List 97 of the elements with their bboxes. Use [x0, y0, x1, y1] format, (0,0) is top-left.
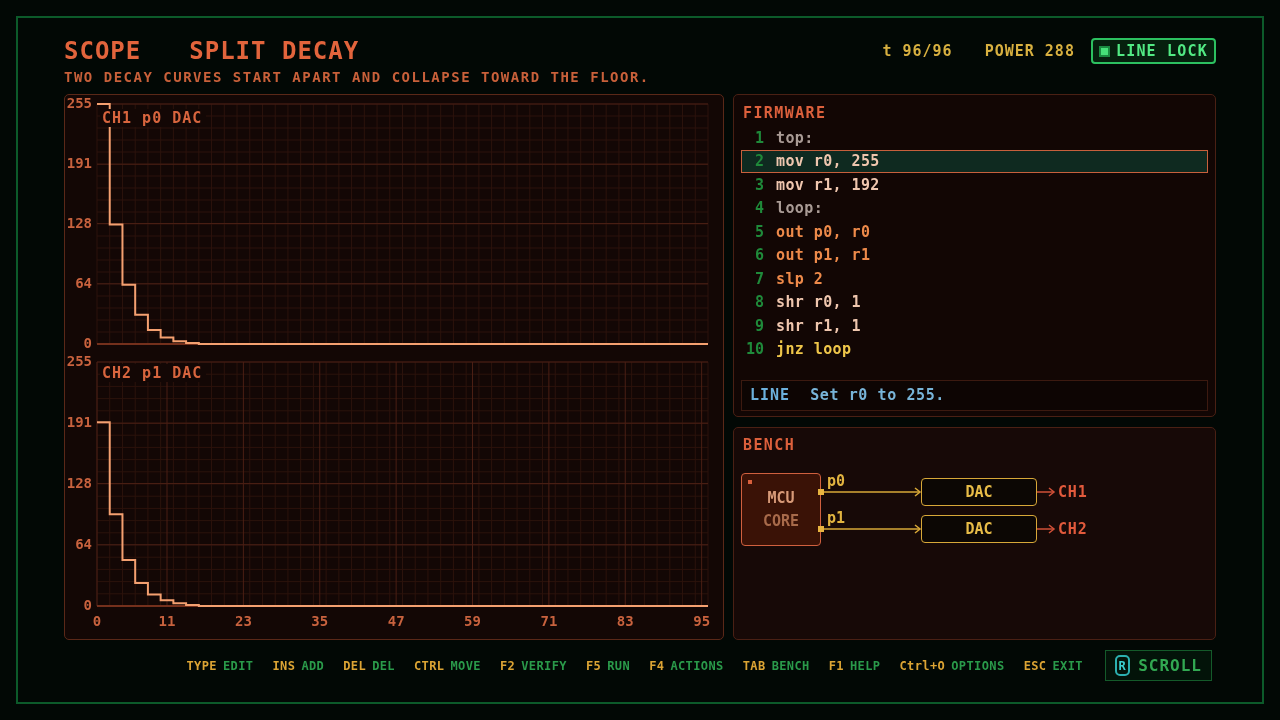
shortcut-key: DEL: [343, 656, 367, 675]
indicator-square-icon: [1098, 45, 1110, 57]
code-text: loop:: [776, 198, 824, 219]
code-text: jnz loop: [776, 339, 852, 360]
y-tick-label: 128: [66, 214, 92, 231]
y-tick-label: 128: [66, 474, 92, 491]
line-number: 3: [753, 174, 764, 196]
info-label: LINE: [750, 385, 791, 407]
time-readout: t 96/96: [882, 40, 953, 62]
shortcut-key: Ctrl+O: [899, 656, 946, 675]
screen-title: SPLIT DECAY: [189, 38, 360, 64]
shortcut-label: VERIFY: [521, 657, 567, 675]
code-text: top:: [776, 127, 814, 149]
block-label: MCU: [767, 489, 795, 507]
code-text: out p0, r0: [776, 221, 871, 243]
screen-subtitle: TWO DECAY CURVES START APART AND COLLAPSE TOWARD THE FLOOR.: [64, 69, 651, 85]
dac-block: DAC: [921, 478, 1037, 506]
output-label: CH2: [1058, 520, 1088, 538]
shortcut-key: F4: [649, 656, 665, 675]
x-tick-label: 23: [234, 613, 252, 629]
x-tick-label: 11: [158, 613, 176, 629]
code-line[interactable]: 4 loop:: [741, 196, 1208, 220]
line-number: 6: [753, 245, 764, 266]
shortcut-label: ACTIONS: [670, 657, 724, 675]
y-tick-label: 191: [66, 414, 92, 431]
chart-title: CH2 p1 DAC: [102, 363, 203, 382]
output-arrow: [1036, 487, 1056, 497]
line-lock-toggle[interactable]: LINE LOCK: [1090, 38, 1216, 64]
shortcut-key: TAB: [742, 656, 766, 675]
y-tick-label: 0: [83, 597, 92, 613]
output-arrow: [1036, 524, 1056, 534]
shortcut-key: INS: [272, 656, 296, 675]
code-line[interactable]: 3 mov r1, 192: [741, 173, 1208, 197]
code-text: shr r0, 1: [776, 292, 861, 313]
code-text: slp 2: [776, 268, 824, 290]
y-tick-label: 0: [83, 335, 92, 351]
app-title: SCOPE: [64, 38, 142, 64]
info-text: Set r0 to 255.: [810, 385, 945, 407]
shortcut-key: CTRL: [414, 656, 445, 675]
scroll-button[interactable]: R SCROLL: [1105, 650, 1212, 681]
key-cap: R: [1115, 655, 1131, 676]
code-text: out p1, r1: [776, 245, 871, 266]
code-line[interactable]: 10 jnz loop: [741, 337, 1208, 361]
shortcut-label: RUN: [607, 657, 631, 675]
y-tick-label: 64: [75, 274, 92, 291]
shortcut-label: EDIT: [223, 657, 254, 675]
y-tick-label: 191: [66, 155, 92, 172]
shortcut-label: OPTIONS: [951, 657, 1005, 675]
x-tick-label: 0: [92, 613, 102, 629]
output-label: CH1: [1058, 483, 1088, 501]
panel-title: FIRMWARE: [742, 104, 828, 122]
shortcut-label: ADD: [301, 657, 325, 675]
y-tick-label: 255: [66, 353, 92, 369]
x-tick-label: 83: [616, 613, 634, 629]
code-line[interactable]: 8 shr r0, 1: [741, 290, 1208, 314]
code-line[interactable]: 7 slp 2: [741, 267, 1208, 291]
shortcut-key: F2: [500, 656, 516, 675]
line-number: 9: [753, 315, 764, 337]
line-number: 2: [753, 151, 764, 172]
code-line[interactable]: 9 shr r1, 1: [741, 314, 1208, 338]
shortcut-label: MOVE: [450, 657, 481, 675]
code-line[interactable]: 1 top:: [741, 126, 1208, 150]
x-tick-label: 59: [464, 613, 481, 629]
panel-title: BENCH: [743, 436, 796, 454]
line-number: 5: [753, 221, 764, 243]
indicator-icon: [748, 480, 752, 484]
shortcut-label: BENCH: [771, 657, 810, 675]
dac-block: DAC: [921, 515, 1037, 543]
pin-square-icon: [818, 526, 824, 532]
line-number: 8: [753, 292, 764, 313]
shortcut-key: F1: [828, 656, 844, 675]
y-tick-label: 64: [75, 535, 92, 552]
pin-label: p1: [827, 509, 846, 527]
code-line[interactable]: 6 out p1, r1: [741, 243, 1208, 267]
x-tick-label: 47: [387, 613, 405, 629]
shortcut-label: EXIT: [1052, 657, 1083, 675]
line-number: 4: [753, 198, 764, 219]
line-number: 1: [753, 127, 764, 149]
x-tick-label: 35: [311, 613, 329, 629]
pin-label: p0: [827, 472, 846, 490]
code-line[interactable]: 5 out p0, r0: [741, 220, 1208, 244]
line-number: 10: [744, 339, 764, 360]
shortcut-label: DEL: [372, 657, 395, 675]
shortcut-key: ESC: [1023, 656, 1047, 675]
block-label: CORE: [762, 512, 800, 530]
x-tick-label: 95: [693, 613, 711, 629]
pin-square-icon: [818, 489, 824, 495]
x-tick-label: 71: [540, 613, 558, 629]
shortcut-label: HELP: [850, 657, 881, 675]
code-text: mov r0, 255: [776, 151, 880, 172]
code-text: mov r1, 192: [776, 174, 880, 196]
line-number: 7: [753, 268, 764, 290]
shortcut-key: F5: [586, 656, 602, 675]
shortcut-key: TYPE: [186, 656, 217, 675]
code-text: shr r1, 1: [776, 315, 861, 337]
y-tick-label: 255: [66, 95, 92, 111]
power-readout: POWER 288: [984, 40, 1075, 62]
